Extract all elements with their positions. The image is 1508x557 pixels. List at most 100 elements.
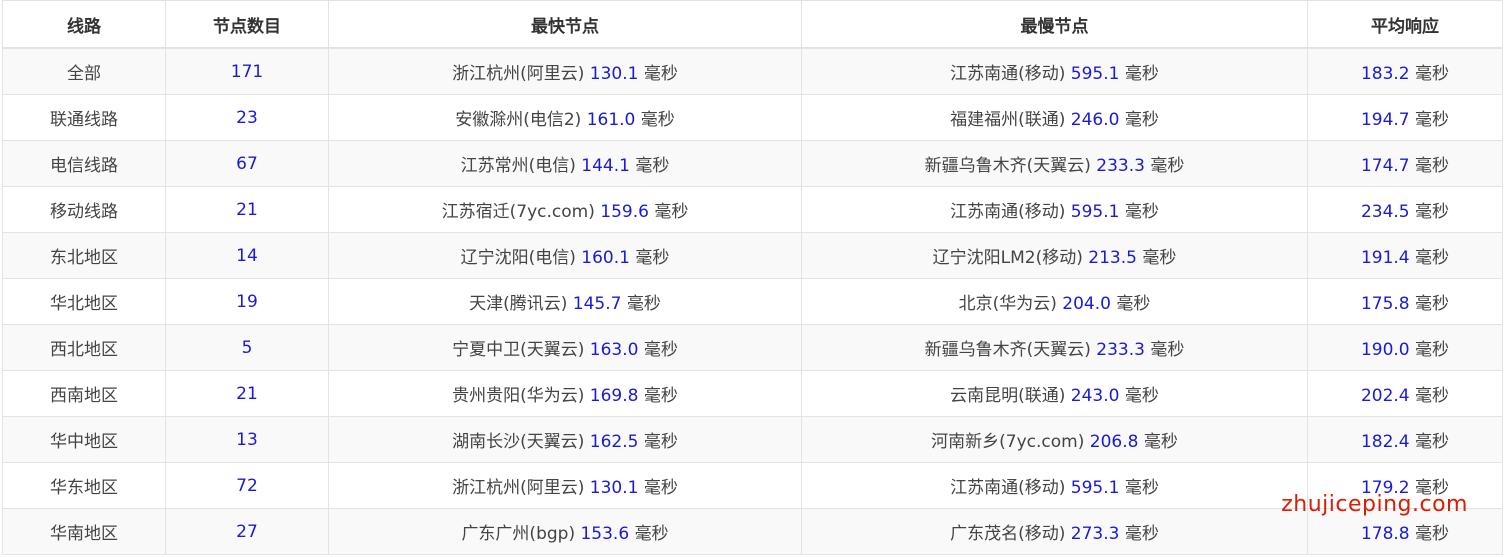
cell-slowest-node: 新疆乌鲁木齐(天翼云) 233.3 毫秒 (801, 140, 1308, 187)
cell-slowest-node: 江苏南通(移动) 595.1 毫秒 (801, 47, 1308, 95)
unit-label: 毫秒 (643, 478, 678, 498)
cell-fastest-node: 广东广州(bgp) 153.6 毫秒 (328, 508, 802, 555)
cell-route: 华中地区 (2, 416, 166, 463)
fastest-node-ms: 130.1 (589, 64, 639, 84)
unit-label: 毫秒 (634, 524, 669, 544)
average-ms: 178.8 (1360, 524, 1410, 544)
cell-route: 电信线路 (2, 140, 166, 187)
cell-route: 移动线路 (2, 186, 166, 233)
unit-label: 毫秒 (1415, 248, 1450, 268)
unit-label: 毫秒 (1415, 64, 1450, 84)
slowest-node-ms: 233.3 (1096, 340, 1145, 360)
cell-slowest-node: 江苏南通(移动) 595.1 毫秒 (801, 462, 1308, 509)
slowest-node-ms: 213.5 (1088, 248, 1137, 268)
fastest-node-ms: 162.5 (589, 432, 639, 452)
unit-label: 毫秒 (1415, 110, 1450, 130)
slowest-node-ms: 233.3 (1096, 156, 1145, 176)
cell-route: 全部 (2, 47, 166, 95)
unit-label: 毫秒 (1415, 524, 1450, 544)
table-row: 全部 171 浙江杭州(阿里云) 130.1 毫秒 江苏南通(移动) 595.1 毫秒… (2, 47, 1503, 95)
unit-label: 毫秒 (626, 294, 661, 314)
table-row: 华南地区 27 广东广州(bgp) 153.6 毫秒 广东茂名(移动) 273.3 毫… (2, 508, 1503, 555)
header-row: 线路 节点数目 最快节点 最慢节点 平均响应 (2, 0, 1503, 49)
cell-route: 华南地区 (2, 508, 166, 555)
unit-label: 毫秒 (1415, 340, 1450, 360)
cell-fastest-node: 江苏宿迁(7yc.com) 159.6 毫秒 (328, 186, 802, 233)
cell-node-count: 21 (165, 370, 329, 417)
fastest-node-ms: 130.1 (589, 478, 639, 498)
route-label: 华北地区 (50, 294, 118, 314)
slowest-node-ms: 595.1 (1070, 478, 1120, 498)
node-count-value: 67 (236, 153, 258, 174)
table-row: 华中地区 13 湖南长沙(天翼云) 162.5 毫秒 河南新乡(7yc.com) 20… (2, 416, 1503, 463)
node-count-value: 19 (236, 291, 258, 312)
cell-average-response: 194.7 毫秒 (1307, 94, 1503, 141)
node-count-value: 21 (236, 383, 258, 404)
table-row: 电信线路 67 江苏常州(电信) 144.1 毫秒 新疆乌鲁木齐(天翼云) 233.3… (2, 140, 1503, 187)
table-header: 线路 节点数目 最快节点 最慢节点 平均响应 (2, 0, 1503, 49)
cell-slowest-node: 北京(华为云) 204.0 毫秒 (801, 278, 1308, 325)
fastest-node-name: 广东广州(bgp) (461, 524, 576, 544)
cell-slowest-node: 云南昆明(联通) 243.0 毫秒 (801, 370, 1308, 417)
fastest-node-name: 浙江杭州(阿里云) (452, 478, 585, 498)
cell-fastest-node: 贵州贵阳(华为云) 169.8 毫秒 (328, 370, 802, 417)
slowest-node-ms: 595.1 (1070, 202, 1120, 222)
cell-fastest-node: 安徽滁州(电信2) 161.0 毫秒 (328, 94, 802, 141)
cell-node-count: 19 (165, 278, 329, 325)
unit-label: 毫秒 (1150, 340, 1185, 360)
cell-average-response: 190.0 毫秒 (1307, 324, 1503, 371)
slowest-node-ms: 206.8 (1089, 432, 1139, 452)
unit-label: 毫秒 (1415, 156, 1450, 176)
unit-label: 毫秒 (1124, 202, 1159, 222)
node-count-value: 171 (230, 61, 264, 82)
slowest-node-name: 广东茂名(移动) (950, 524, 1066, 544)
slowest-node-ms: 243.0 (1070, 386, 1120, 406)
slowest-node-ms: 204.0 (1062, 294, 1111, 314)
slowest-node-name: 河南新乡(7yc.com) (931, 432, 1085, 452)
node-count-value: 5 (241, 337, 253, 358)
route-label: 联通线路 (50, 110, 118, 130)
cell-average-response: 174.7 毫秒 (1307, 140, 1503, 187)
slowest-node-name: 江苏南通(移动) (950, 202, 1066, 222)
slowest-node-name: 新疆乌鲁木齐(天翼云) (924, 340, 1091, 360)
table-row: 华北地区 19 天津(腾讯云) 145.7 毫秒 北京(华为云) 204.0 毫秒 17… (2, 278, 1503, 325)
unit-label: 毫秒 (1124, 478, 1159, 498)
fastest-node-name: 天津(腾讯云) (469, 294, 568, 314)
slowest-node-name: 福建福州(联通) (950, 110, 1066, 130)
cell-fastest-node: 湖南长沙(天翼云) 162.5 毫秒 (328, 416, 802, 463)
slowest-node-ms: 595.1 (1070, 64, 1120, 84)
fastest-node-ms: 145.7 (572, 294, 622, 314)
fastest-node-name: 江苏宿迁(7yc.com) (441, 202, 595, 222)
header-fastest-node: 最快节点 (328, 0, 802, 49)
cell-average-response: 175.8 毫秒 (1307, 278, 1503, 325)
cell-fastest-node: 浙江杭州(阿里云) 130.1 毫秒 (328, 47, 802, 95)
node-count-value: 23 (236, 107, 258, 128)
node-count-value: 13 (236, 429, 258, 450)
fastest-node-name: 安徽滁州(电信2) (455, 110, 582, 130)
cell-slowest-node: 新疆乌鲁木齐(天翼云) 233.3 毫秒 (801, 324, 1308, 371)
cell-average-response: 202.4 毫秒 (1307, 370, 1503, 417)
slowest-node-name: 新疆乌鲁木齐(天翼云) (924, 156, 1091, 176)
cell-slowest-node: 河南新乡(7yc.com) 206.8 毫秒 (801, 416, 1308, 463)
average-ms: 202.4 (1360, 386, 1410, 406)
route-label: 东北地区 (50, 248, 118, 268)
unit-label: 毫秒 (643, 432, 678, 452)
slowest-node-name: 江苏南通(移动) (950, 64, 1066, 84)
fastest-node-ms: 169.8 (589, 386, 639, 406)
fastest-node-ms: 153.6 (580, 524, 630, 544)
cell-fastest-node: 宁夏中卫(天翼云) 163.0 毫秒 (328, 324, 802, 371)
slowest-node-name: 辽宁沈阳LM2(移动) (932, 248, 1083, 268)
slowest-node-ms: 273.3 (1070, 524, 1120, 544)
cell-route: 联通线路 (2, 94, 166, 141)
cell-node-count: 21 (165, 186, 329, 233)
average-ms: 194.7 (1360, 110, 1410, 130)
unit-label: 毫秒 (635, 156, 670, 176)
fastest-node-name: 浙江杭州(阿里云) (452, 64, 585, 84)
route-label: 华东地区 (50, 478, 118, 498)
route-label: 华中地区 (50, 432, 118, 452)
cell-slowest-node: 广东茂名(移动) 273.3 毫秒 (801, 508, 1308, 555)
node-count-value: 21 (236, 199, 258, 220)
node-count-value: 72 (236, 475, 258, 496)
cell-fastest-node: 浙江杭州(阿里云) 130.1 毫秒 (328, 462, 802, 509)
fastest-node-ms: 144.1 (581, 156, 630, 176)
